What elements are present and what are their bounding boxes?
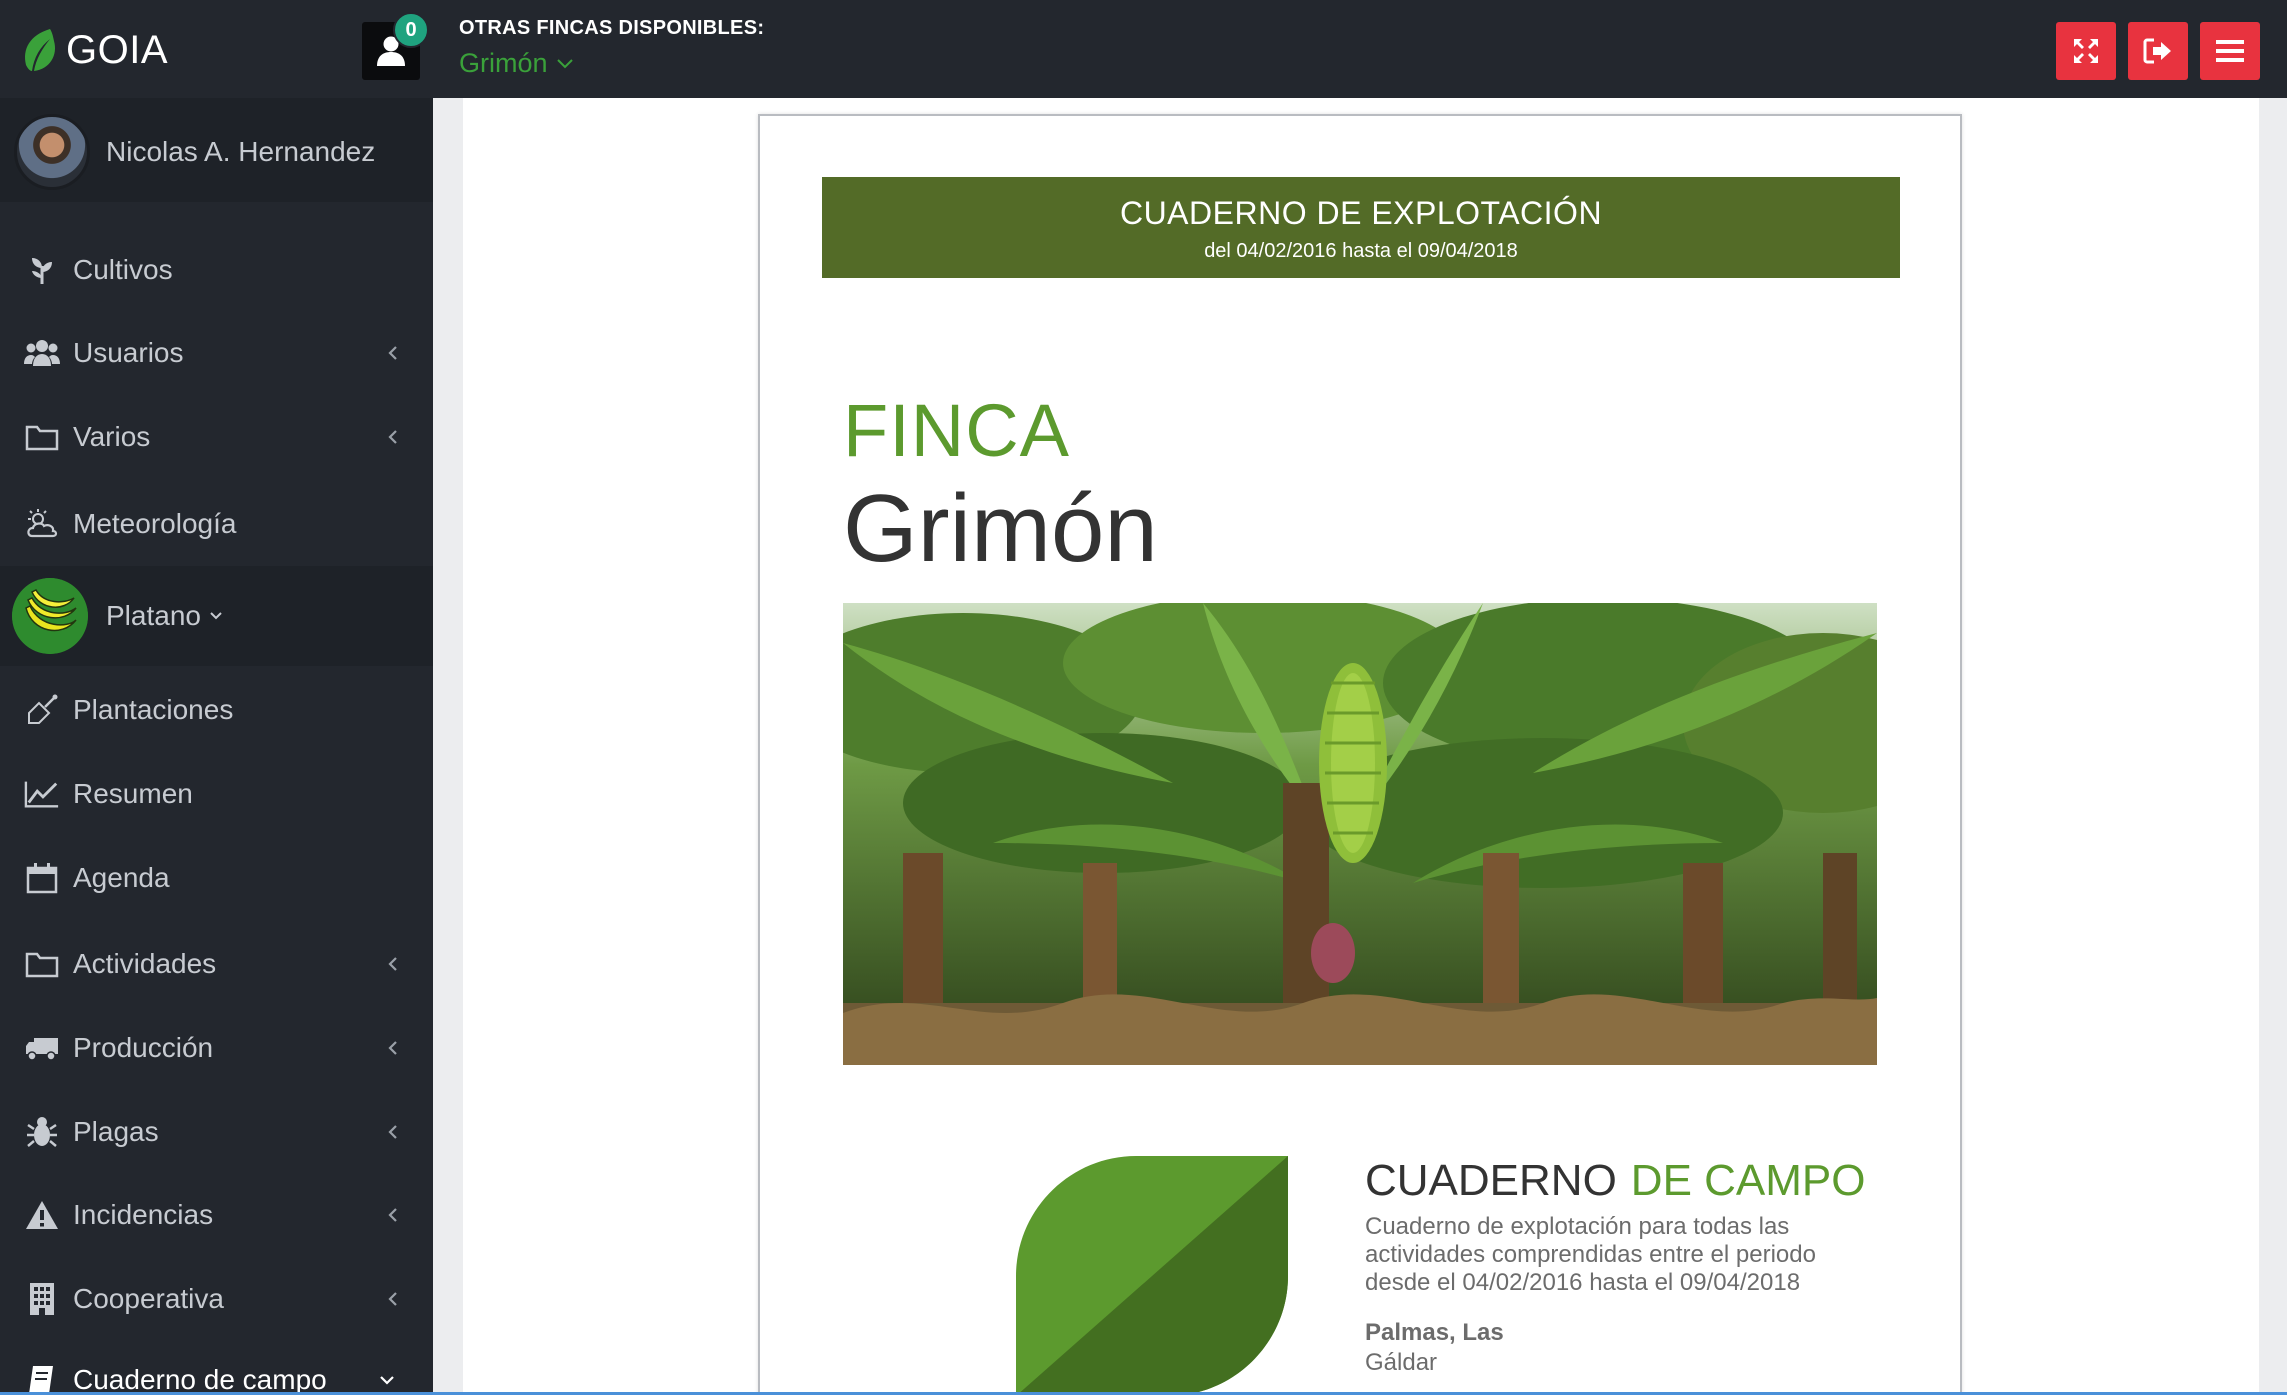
sidebar-item-actividades[interactable]: Actividades — [0, 922, 433, 1006]
sidebar-item-cuaderno-de-campo[interactable]: Cuaderno de campo — [0, 1338, 433, 1395]
chevron-left-icon — [388, 1041, 397, 1055]
leaf-logo-icon — [1016, 1156, 1288, 1395]
crop-label: Platano — [106, 600, 201, 631]
finca-label: FINCA — [843, 389, 1070, 472]
sidebar: Nicolas A. Hernandez Cultivos Usuarios V… — [0, 98, 433, 1395]
sidebar-item-usuarios[interactable]: Usuarios — [0, 311, 433, 395]
sidebar-item-plantaciones[interactable]: Plantaciones — [0, 668, 433, 752]
finca-name: Grimón — [843, 475, 1158, 582]
hamburger-menu-button[interactable] — [2200, 22, 2260, 80]
document-header: CUADERNO DE EXPLOTACIÓN del 04/02/2016 h… — [822, 177, 1900, 278]
banana-icon — [12, 578, 88, 654]
sidebar-item-cooperativa[interactable]: Cooperativa — [0, 1257, 433, 1341]
building-icon — [24, 1281, 60, 1317]
user-profile[interactable]: Nicolas A. Hernandez — [0, 98, 433, 202]
fullscreen-button[interactable] — [2056, 22, 2116, 80]
chevron-left-icon — [388, 957, 397, 971]
warning-icon — [24, 1197, 60, 1233]
sidebar-item-varios[interactable]: Varios — [0, 395, 433, 479]
document-period: del 04/02/2016 hasta el 09/04/2018 — [1204, 240, 1518, 262]
cover-title-part-2: DE CAMPO — [1630, 1156, 1866, 1205]
chevron-left-icon — [388, 430, 397, 444]
crop-name: Platano — [106, 600, 223, 632]
sidebar-item-label: Actividades — [73, 948, 217, 979]
sidebar-item-label: Meteorología — [73, 508, 237, 539]
chevron-left-icon — [388, 346, 397, 360]
chevron-down-icon — [380, 1376, 394, 1385]
sidebar-item-label: Incidencias — [73, 1199, 214, 1230]
leaf-logo-icon — [25, 29, 56, 71]
users-icon — [24, 335, 60, 371]
cover-title: CUADERNO DE CAMPO — [1365, 1156, 1866, 1206]
document-page: CUADERNO DE EXPLOTACIÓN del 04/02/2016 h… — [758, 114, 1962, 1395]
cover-description: Cuaderno de explotación para todas las a… — [1365, 1213, 1816, 1296]
chevron-down-icon — [210, 612, 222, 620]
planting-icon — [24, 692, 60, 728]
truck-icon — [24, 1030, 60, 1066]
sidebar-item-label: Plantaciones — [73, 694, 234, 725]
plant-icon — [24, 252, 60, 288]
sidebar-item-agenda[interactable]: Agenda — [0, 836, 433, 920]
calendar-icon — [24, 860, 60, 896]
sidebar-item-incidencias[interactable]: Incidencias — [0, 1173, 433, 1257]
sidebar-item-produccion[interactable]: Producción — [0, 1006, 433, 1090]
user-name: Nicolas A. Hernandez — [106, 136, 376, 167]
folder-icon — [24, 419, 60, 455]
notification-badge: 0 — [393, 12, 429, 48]
cover-region: Palmas, Las — [1365, 1319, 1504, 1346]
sidebar-item-label: Cuaderno de campo — [73, 1364, 327, 1395]
sidebar-item-label: Plagas — [73, 1116, 159, 1147]
sidebar-item-label: Cooperativa — [73, 1283, 224, 1314]
cover-title-part-1: CUADERNO — [1365, 1156, 1617, 1205]
sidebar-item-label: Producción — [73, 1032, 214, 1063]
farm-selector[interactable]: Grimón — [459, 48, 574, 79]
selected-farm: Grimón — [459, 48, 548, 78]
brand-name: GOIA — [66, 27, 169, 72]
sidebar-item-label: Resumen — [73, 778, 193, 809]
sidebar-item-label: Usuarios — [73, 337, 184, 368]
logout-icon — [2143, 38, 2171, 64]
chevron-left-icon — [388, 1125, 397, 1139]
cover-town: Gáldar — [1365, 1349, 1438, 1376]
avatar — [14, 114, 90, 190]
chevron-down-icon — [556, 58, 573, 68]
sidebar-item-plagas[interactable]: Plagas — [0, 1090, 433, 1174]
chart-line-icon — [24, 776, 60, 812]
other-farms-label: OTRAS FINCAS DISPONIBLES: — [459, 17, 765, 39]
sidebar-item-label: Varios — [73, 421, 151, 452]
banana-plantation-photo — [843, 603, 1877, 1065]
notebook-icon — [24, 1362, 60, 1395]
bug-icon — [24, 1114, 60, 1150]
folder-icon — [24, 946, 60, 982]
weather-icon — [24, 506, 60, 542]
crop-selector[interactable]: Platano — [0, 566, 433, 666]
top-navbar: GOIA 0 OTRAS FINCAS DISPONIBLES: Grimón — [0, 0, 2287, 98]
chevron-left-icon — [388, 1208, 397, 1222]
brand-logo[interactable]: GOIA — [20, 26, 168, 74]
sidebar-item-resumen[interactable]: Resumen — [0, 752, 433, 836]
sidebar-item-cultivos[interactable]: Cultivos — [0, 228, 433, 312]
sidebar-item-label: Agenda — [73, 862, 170, 893]
sidebar-item-meteorologia[interactable]: Meteorología — [0, 482, 433, 566]
sidebar-item-label: Cultivos — [73, 254, 173, 285]
chevron-left-icon — [388, 1292, 397, 1306]
expand-icon — [2074, 39, 2098, 63]
logout-button[interactable] — [2128, 22, 2188, 80]
menu-icon — [2216, 40, 2244, 62]
document-title: CUADERNO DE EXPLOTACIÓN — [1119, 195, 1603, 231]
